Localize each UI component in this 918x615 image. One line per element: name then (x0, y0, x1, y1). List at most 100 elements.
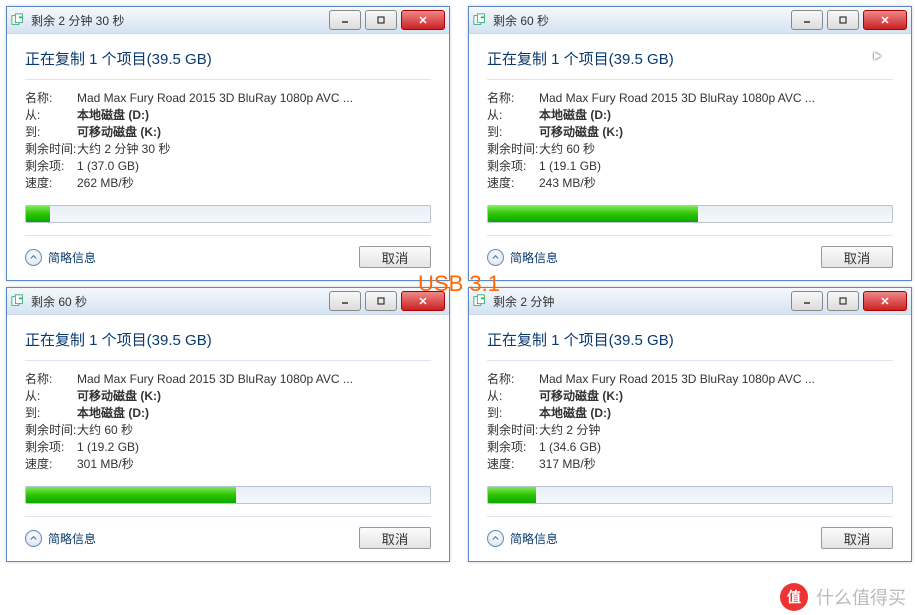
progress-bar (25, 486, 431, 504)
dialog-header: 正在复制 1 个项目(39.5 GB) (487, 329, 893, 361)
copy-icon (11, 294, 25, 308)
dialog-header: 正在复制 1 个项目(39.5 GB) (25, 48, 431, 80)
label-speed: 速度: (487, 456, 539, 472)
label-items-left: 剩余项: (25, 439, 77, 455)
close-button[interactable] (863, 10, 907, 30)
close-button[interactable] (401, 10, 445, 30)
speed: 317 MB/秒 (539, 456, 596, 472)
to-path: 可移动磁盘 (K:) (539, 124, 623, 140)
label-name: 名称: (487, 371, 539, 387)
copy-dialog: 剩余 2 分钟 正在复制 1 个项目(39.5 GB) 名称:Mad Max F… (468, 287, 912, 562)
speed: 301 MB/秒 (77, 456, 134, 472)
details-toggle[interactable]: 简略信息 (25, 249, 96, 266)
details-toggle[interactable]: 简略信息 (487, 249, 558, 266)
label-to: 到: (487, 124, 539, 140)
toggle-label: 简略信息 (510, 249, 558, 266)
label-to: 到: (487, 405, 539, 421)
label-time-left: 剩余时间: (25, 422, 77, 438)
items-left: 1 (37.0 GB) (77, 158, 139, 174)
chevron-up-icon (25, 530, 42, 547)
toggle-label: 简略信息 (510, 530, 558, 547)
from-path: 可移动磁盘 (K:) (539, 388, 623, 404)
copy-dialog: 剩余 2 分钟 30 秒 正在复制 1 个项目(39.5 GB) 名称:Mad … (6, 6, 450, 281)
window-title: 剩余 2 分钟 30 秒 (31, 12, 329, 29)
label-speed: 速度: (25, 175, 77, 191)
toggle-label: 简略信息 (48, 249, 96, 266)
cancel-button[interactable]: 取消 (821, 246, 893, 268)
minimize-button[interactable] (329, 291, 361, 311)
minimize-button[interactable] (791, 291, 823, 311)
items-left: 1 (19.1 GB) (539, 158, 601, 174)
items-left: 1 (34.6 GB) (539, 439, 601, 455)
to-path: 本地磁盘 (D:) (77, 405, 149, 421)
window-title: 剩余 60 秒 (493, 12, 791, 29)
titlebar[interactable]: 剩余 2 分钟 (469, 288, 911, 315)
file-name: Mad Max Fury Road 2015 3D BluRay 1080p A… (77, 371, 353, 387)
minimize-button[interactable] (329, 10, 361, 30)
label-from: 从: (25, 388, 77, 404)
time-left: 大约 60 秒 (77, 422, 133, 438)
label-to: 到: (25, 124, 77, 140)
label-from: 从: (487, 107, 539, 123)
dialog-header: 正在复制 1 个项目(39.5 GB) (25, 329, 431, 361)
copy-icon (473, 294, 487, 308)
details-toggle[interactable]: 简略信息 (25, 530, 96, 547)
from-path: 可移动磁盘 (K:) (77, 388, 161, 404)
titlebar[interactable]: 剩余 60 秒 (7, 288, 449, 315)
time-left: 大约 2 分钟 (539, 422, 600, 438)
copy-dialog: 剩余 60 秒 正在复制 1 个项目(39.5 GB) 名称:Mad Max F… (468, 6, 912, 281)
time-left: 大约 2 分钟 30 秒 (77, 141, 170, 157)
maximize-button[interactable] (827, 10, 859, 30)
label-time-left: 剩余时间: (487, 141, 539, 157)
from-path: 本地磁盘 (D:) (539, 107, 611, 123)
progress-fill (26, 487, 236, 503)
label-time-left: 剩余时间: (487, 422, 539, 438)
titlebar[interactable]: 剩余 60 秒 (469, 7, 911, 34)
label-items-left: 剩余项: (25, 158, 77, 174)
speed: 243 MB/秒 (539, 175, 596, 191)
label-items-left: 剩余项: (487, 158, 539, 174)
file-name: Mad Max Fury Road 2015 3D BluRay 1080p A… (77, 90, 353, 106)
chevron-up-icon (25, 249, 42, 266)
close-button[interactable] (863, 291, 907, 311)
progress-fill (488, 206, 698, 222)
details-toggle[interactable]: 简略信息 (487, 530, 558, 547)
titlebar[interactable]: 剩余 2 分钟 30 秒 (7, 7, 449, 34)
chevron-up-icon (487, 249, 504, 266)
watermark-badge: 值 (780, 583, 808, 611)
label-items-left: 剩余项: (487, 439, 539, 455)
label-name: 名称: (25, 371, 77, 387)
label-from: 从: (25, 107, 77, 123)
maximize-button[interactable] (365, 291, 397, 311)
dialog-header: 正在复制 1 个项目(39.5 GB) (487, 48, 893, 80)
window-title: 剩余 2 分钟 (493, 293, 791, 310)
label-time-left: 剩余时间: (25, 141, 77, 157)
watermark-text: 什么值得买 (816, 584, 906, 610)
cancel-button[interactable]: 取消 (821, 527, 893, 549)
label-to: 到: (25, 405, 77, 421)
label-speed: 速度: (487, 175, 539, 191)
items-left: 1 (19.2 GB) (77, 439, 139, 455)
copy-icon (11, 13, 25, 27)
maximize-button[interactable] (827, 291, 859, 311)
progress-bar (487, 486, 893, 504)
time-left: 大约 60 秒 (539, 141, 595, 157)
to-path: 本地磁盘 (D:) (539, 405, 611, 421)
progress-fill (26, 206, 50, 222)
progress-bar (25, 205, 431, 223)
to-path: 可移动磁盘 (K:) (77, 124, 161, 140)
window-title: 剩余 60 秒 (31, 293, 329, 310)
cancel-button[interactable]: 取消 (359, 527, 431, 549)
minimize-button[interactable] (791, 10, 823, 30)
copy-dialog: 剩余 60 秒 正在复制 1 个项目(39.5 GB) 名称:Mad Max F… (6, 287, 450, 562)
watermark: 值 什么值得买 (768, 579, 918, 615)
file-name: Mad Max Fury Road 2015 3D BluRay 1080p A… (539, 371, 815, 387)
progress-fill (488, 487, 536, 503)
maximize-button[interactable] (365, 10, 397, 30)
label-speed: 速度: (25, 456, 77, 472)
speed: 262 MB/秒 (77, 175, 134, 191)
cancel-button[interactable]: 取消 (359, 246, 431, 268)
copy-icon (473, 13, 487, 27)
close-button[interactable] (401, 291, 445, 311)
chevron-up-icon (487, 530, 504, 547)
